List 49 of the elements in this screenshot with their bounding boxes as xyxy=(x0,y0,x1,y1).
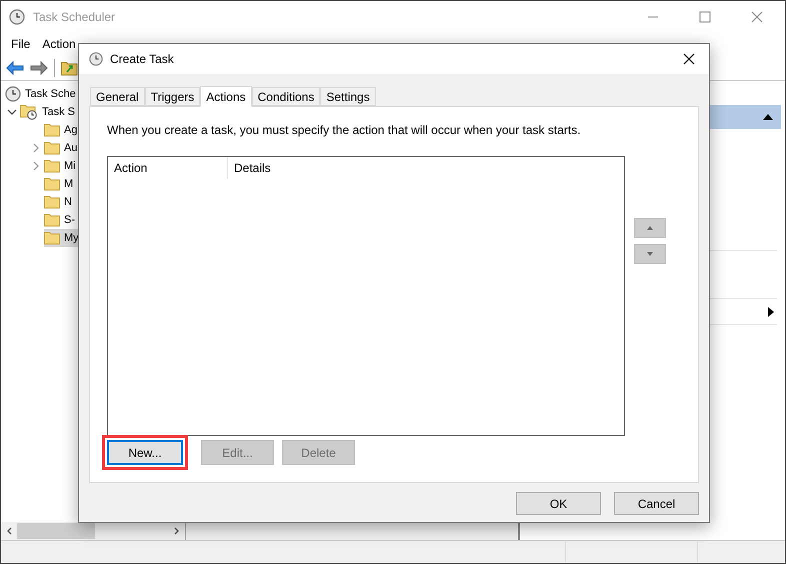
folder-icon xyxy=(44,213,60,227)
menu-item[interactable]: File xyxy=(11,35,30,53)
tab[interactable]: Triggers xyxy=(144,87,200,106)
tree-item[interactable]: Mi xyxy=(44,157,84,175)
back-arrow-icon[interactable] xyxy=(6,60,24,74)
tree-item[interactable]: N xyxy=(44,193,80,211)
folder-up-icon[interactable] xyxy=(61,60,79,76)
folder-clock-icon xyxy=(20,104,38,120)
folder-icon xyxy=(44,141,60,155)
folder-icon xyxy=(44,177,60,191)
action-button[interactable]: New... xyxy=(107,440,183,465)
dialog-title: Create Task xyxy=(110,51,174,68)
column-header[interactable]: Details xyxy=(228,157,277,179)
tab[interactable]: Actions xyxy=(200,86,252,107)
column-header[interactable]: Action xyxy=(108,157,228,179)
folder-icon xyxy=(44,231,60,245)
submenu-arrow-icon[interactable] xyxy=(768,306,774,316)
folder-icon xyxy=(44,123,60,137)
clock-icon xyxy=(89,52,103,66)
action-list[interactable]: Action Details xyxy=(107,156,625,436)
down-arrow-icon xyxy=(647,252,653,256)
tree-item[interactable]: Task S xyxy=(20,103,84,121)
folder-icon xyxy=(44,159,60,173)
window-title: Task Scheduler xyxy=(33,9,116,26)
close-icon[interactable] xyxy=(683,53,695,65)
clock-icon xyxy=(9,9,25,25)
tree-item[interactable]: Au xyxy=(44,139,86,157)
tab[interactable]: Conditions xyxy=(252,87,320,106)
chevron-right-icon[interactable] xyxy=(31,143,41,153)
tab[interactable]: Settings xyxy=(320,87,376,106)
clock-icon xyxy=(5,86,21,102)
horizontal-scrollbar[interactable] xyxy=(1,522,185,540)
tree-item[interactable]: Ag xyxy=(44,121,86,139)
tree-item[interactable]: S- xyxy=(44,211,83,229)
up-arrow-icon xyxy=(647,226,653,230)
menu-item[interactable]: Action xyxy=(42,35,76,53)
tab[interactable]: General xyxy=(90,87,145,106)
chevron-down-icon[interactable] xyxy=(7,107,17,117)
forward-arrow-icon[interactable] xyxy=(30,60,48,74)
maximize-icon[interactable] xyxy=(699,11,711,23)
dialog-button[interactable]: Cancel xyxy=(614,492,699,515)
folder-icon xyxy=(44,195,60,209)
description-text: When you create a task, you must specify the action that will occur when your task starts. xyxy=(107,122,582,139)
collapse-arrow-icon[interactable] xyxy=(763,114,773,120)
scrollbar-thumb[interactable] xyxy=(17,523,95,539)
dialog-button[interactable]: OK xyxy=(516,492,601,515)
tree-item[interactable]: Task Sche xyxy=(5,85,84,103)
tree-item[interactable]: M xyxy=(44,175,82,193)
chevron-right-icon[interactable] xyxy=(31,161,41,171)
